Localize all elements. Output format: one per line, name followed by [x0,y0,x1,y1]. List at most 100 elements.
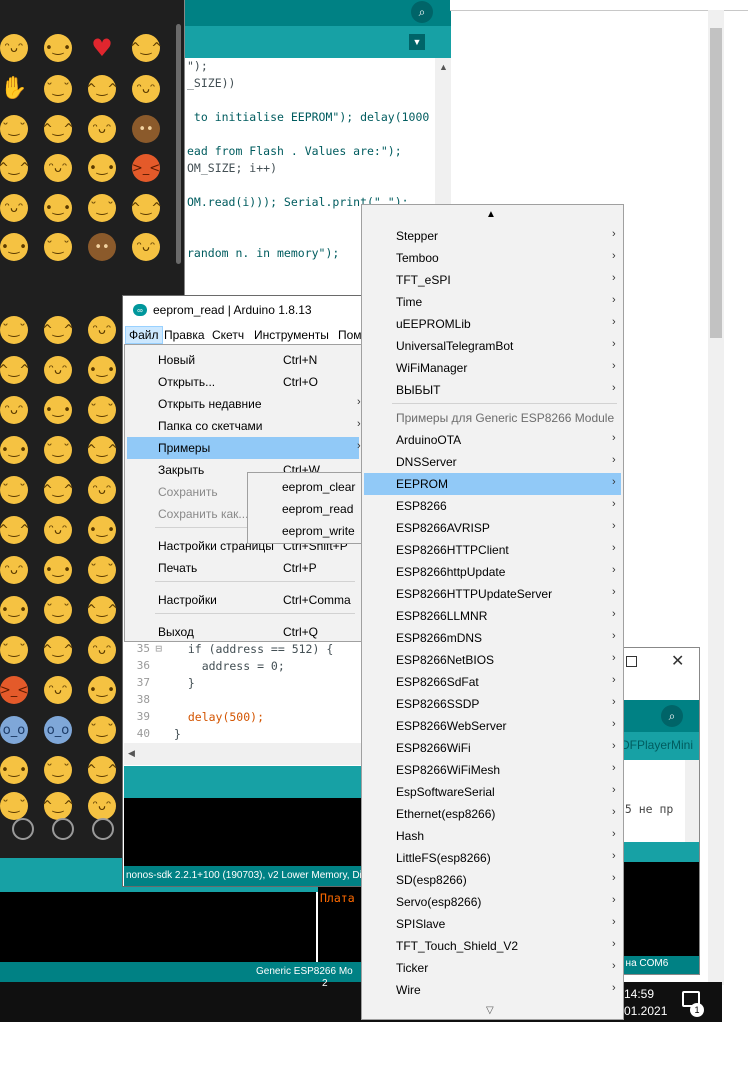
emoji-icon[interactable]: ^‿^ [42,636,74,664]
library-item[interactable]: ESP8266WebServer › [364,715,621,737]
emoji-icon[interactable]: ˘‿˘ [0,115,28,143]
secondary-scrollbar[interactable] [685,760,699,842]
menu-item-sketchbook[interactable]: Папка со скетчами › [127,415,361,437]
emoji-icon[interactable]: •‿• [0,233,28,261]
library-item[interactable]: ESP8266LLMNR › [364,605,621,627]
library-item[interactable]: Temboo › [364,247,621,269]
library-item[interactable]: uEEPROMLib › [364,313,621,335]
example-item-eeprom-write[interactable]: eeprom_write [250,520,364,542]
emoji-icon[interactable]: ˘‿˘ [88,194,116,222]
library-item[interactable]: ESP8266HTTPUpdateServer › [364,583,621,605]
library-item[interactable]: EEPROM › [364,473,621,495]
emoji-icon[interactable]: •‿• [88,516,116,544]
emoji-icon[interactable]: o_o [0,716,28,744]
emoji-icon[interactable]: ^‿^ [42,476,74,504]
emoji-icon[interactable]: ᵔᴗᵔ [0,34,28,62]
emoji-icon[interactable]: ˘‿˘ [0,476,28,504]
emoji-icon[interactable]: •‿• [88,154,116,182]
emoji-icon[interactable]: ^‿^ [0,516,30,544]
library-item[interactable]: ESP8266WiFiMesh › [364,759,621,781]
menu-tools[interactable]: Инструменты [251,327,332,343]
emoji-icon[interactable]: ^‿^ [130,194,162,222]
library-item[interactable]: ESP8266WiFi › [364,737,621,759]
library-item[interactable]: Ethernet(esp8266) › [364,803,621,825]
emoji-icon[interactable]: ^‿^ [0,356,30,384]
emoji-icon[interactable]: >_< [132,154,160,182]
emoji-icon[interactable]: ^‿^ [0,154,30,182]
emoji-icon[interactable]: ᵔᴗᵔ [0,396,28,424]
emoji-icon[interactable]: ˘‿˘ [88,716,116,744]
menu-item-preferences[interactable]: Настройки Ctrl+Comma [127,589,359,611]
emoji-icon[interactable]: •• [132,115,160,143]
library-item[interactable]: ArduinoOTA › [364,429,621,451]
food-category-icon[interactable] [12,818,34,840]
emoji-icon[interactable]: ^‿^ [130,34,162,62]
close-icon[interactable]: ✕ [671,651,684,671]
emoji-icon[interactable]: •‿• [44,34,72,62]
library-item[interactable]: WiFiManager › [364,357,621,379]
emoji-icon[interactable]: •‿• [88,356,116,384]
emoji-icon[interactable]: o_o [44,716,72,744]
example-item-eeprom-clear[interactable]: eeprom_clear [250,476,364,498]
emoji-icon[interactable]: •‿• [44,396,72,424]
library-item[interactable]: SD(esp8266) › [364,869,621,891]
travel-category-icon[interactable] [92,818,114,840]
menu-item-examples[interactable]: Примеры › [127,437,361,459]
library-item[interactable]: ESP8266 › [364,495,621,517]
library-item[interactable]: TFT_Touch_Shield_V2 › [364,935,621,957]
emoji-icon[interactable]: •‿• [44,194,72,222]
scroll-down-arrow-icon[interactable]: ▽ [486,1005,494,1016]
emoji-icon[interactable]: ᵔᴗᵔ [44,676,72,704]
library-item[interactable]: Wire › [364,979,621,1001]
library-item[interactable]: Stepper › [364,225,621,247]
library-item[interactable]: ESP8266httpUpdate › [364,561,621,583]
library-item[interactable]: LittleFS(esp8266) › [364,847,621,869]
library-item[interactable]: ESP8266HTTPClient › [364,539,621,561]
emoji-icon[interactable]: ˘‿˘ [44,596,72,624]
scroll-up-icon[interactable]: ▲ [439,62,448,72]
emoji-icon[interactable]: ^‿^ [86,436,118,464]
emoji-icon[interactable]: ˘‿˘ [44,233,72,261]
library-item[interactable]: ВЫБЫТ › [364,379,621,401]
library-item[interactable]: ESP8266mDNS › [364,627,621,649]
emoji-icon[interactable]: ✋ [0,75,28,103]
emoji-icon[interactable]: ˘‿˘ [44,756,72,784]
serial-monitor-icon[interactable]: ⌕ [411,1,433,23]
scroll-up-arrow-icon[interactable]: ▲ [486,209,496,220]
sport-category-icon[interactable] [52,818,74,840]
emoji-icon[interactable]: ˘‿˘ [0,636,28,664]
horizontal-scrollbar[interactable]: ◀ [124,743,362,765]
example-item-eeprom-read[interactable]: eeprom_read [250,498,364,520]
menu-sketch[interactable]: Скетч [209,327,247,343]
emoji-icon[interactable]: ˘‿˘ [88,396,116,424]
maximize-icon[interactable] [626,656,637,667]
emoji-icon[interactable]: ^‿^ [42,316,74,344]
emoji-icon[interactable]: ᵔᴗᵔ [88,636,116,664]
emoji-icon[interactable]: ᵔᴗᵔ [132,75,160,103]
emoji-icon[interactable]: ᵔᴗᵔ [88,115,116,143]
emoji-icon[interactable]: ᵔᴗᵔ [44,356,72,384]
library-item[interactable]: Ticker › [364,957,621,979]
emoji-icon[interactable]: ᵔᴗᵔ [44,516,72,544]
menu-file[interactable]: Файл [125,326,163,344]
menu-item-new[interactable]: Новый Ctrl+N [127,349,359,371]
library-item[interactable]: Servo(esp8266) › [364,891,621,913]
emoji-icon[interactable]: ^‿^ [86,756,118,784]
menu-item-open[interactable]: Открыть... Ctrl+O [127,371,359,393]
emoji-icon[interactable]: ᵔᴗᵔ [88,316,116,344]
tab-menu-icon[interactable]: ▼ [409,34,425,50]
taskbar-time[interactable]: 14:59 [624,987,654,1001]
emoji-icon[interactable]: >_< [0,676,28,704]
library-item[interactable]: Time › [364,291,621,313]
library-item[interactable]: ESP8266AVRISP › [364,517,621,539]
menu-item-open-recent[interactable]: Открыть недавние › [127,393,361,415]
scroll-left-icon[interactable]: ◀ [128,748,135,759]
library-item[interactable]: UniversalTelegramBot › [364,335,621,357]
taskbar-date[interactable]: 01.2021 [624,1004,667,1018]
emoji-icon[interactable]: ˘‿˘ [0,316,28,344]
emoji-icon[interactable]: ᵔᴗᵔ [88,476,116,504]
emoji-icon[interactable]: •‿• [0,596,28,624]
emoji-icon[interactable]: •‿• [0,436,28,464]
emoji-scrollbar[interactable] [176,24,181,264]
emoji-icon[interactable]: ^‿^ [86,596,118,624]
